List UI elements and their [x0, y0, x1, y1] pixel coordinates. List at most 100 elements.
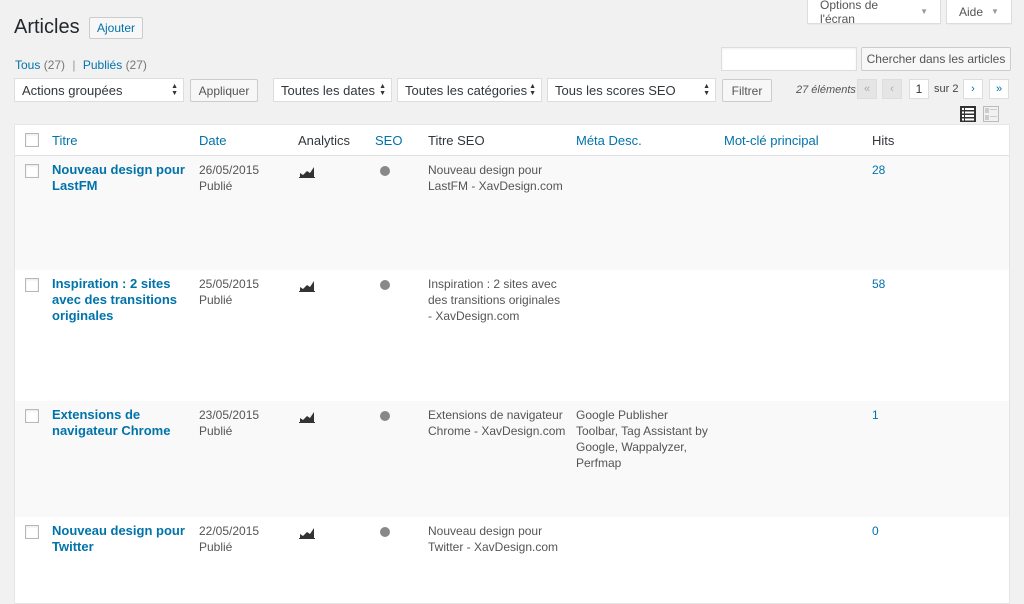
- seo-score-dot: [380, 411, 390, 421]
- row-checkbox[interactable]: [25, 525, 39, 539]
- analytics-chart-icon[interactable]: [299, 411, 315, 423]
- table-row: Extensions de navigateur Chrome 23/05/2015…: [15, 401, 1009, 517]
- column-date[interactable]: Date: [199, 133, 226, 148]
- search-input[interactable]: [721, 47, 857, 71]
- filter-all-count: (27): [43, 58, 66, 72]
- meta-description-line: Google, Wappalyzer,: [576, 440, 687, 454]
- column-meta-desc[interactable]: Méta Desc.: [576, 133, 642, 148]
- post-status: Publié: [199, 293, 233, 307]
- list-view-icon[interactable]: [960, 106, 976, 122]
- triangle-down-icon: ▼: [920, 7, 928, 16]
- column-seo-title: Titre SEO: [428, 133, 485, 148]
- categories-value: Toutes les catégories: [405, 82, 528, 98]
- post-date: 26/05/2015 Publié: [199, 162, 259, 194]
- filter-separator: |: [72, 58, 76, 72]
- post-title-link[interactable]: Extensions de navigateur Chrome: [52, 407, 170, 439]
- column-seo[interactable]: SEO: [375, 133, 402, 148]
- post-date: 22/05/2015 Publié: [199, 523, 259, 555]
- column-focus-keyword[interactable]: Mot-clé principal: [724, 133, 819, 148]
- table-row: Nouveau design pour Twitter 22/05/2015 Publ…: [15, 517, 1009, 603]
- items-count: 27 éléments: [796, 84, 856, 96]
- help-label: Aide: [959, 4, 984, 19]
- help-button[interactable]: Aide ▼: [946, 0, 1012, 24]
- post-title-line: originales: [52, 308, 114, 323]
- first-page-button[interactable]: «: [857, 79, 877, 99]
- post-title-line: Twitter: [52, 539, 94, 554]
- meta-description-line: Toolbar, Tag Assistant by: [576, 424, 708, 438]
- table-row: Nouveau design pour LastFM 26/05/2015 Publi…: [15, 156, 1009, 270]
- posts-table: Titre Date Analytics SEO Titre SEO Méta …: [14, 124, 1010, 604]
- post-title-link[interactable]: Inspiration : 2 sites avec des transition…: [52, 276, 177, 324]
- post-title-line: LastFM: [52, 178, 98, 193]
- prev-page-button[interactable]: ‹: [882, 79, 902, 99]
- seo-score-dot: [380, 280, 390, 290]
- post-status: Publié: [199, 179, 233, 193]
- select-arrows-icon: ▲ ▼: [171, 83, 178, 97]
- filter-published-link[interactable]: Publiés: [83, 58, 122, 72]
- last-page-button[interactable]: »: [989, 79, 1009, 99]
- bulk-actions-select[interactable]: Actions groupées ▲ ▼: [14, 78, 184, 102]
- seo-title-line: Nouveau design pour: [428, 163, 543, 177]
- meta-description-line: Perfmap: [576, 456, 622, 470]
- dates-select[interactable]: Toutes les dates ▲ ▼: [273, 78, 392, 102]
- apply-button[interactable]: Appliquer: [190, 79, 258, 102]
- post-title-line: Extensions de: [52, 407, 141, 422]
- post-status: Publié: [199, 424, 233, 438]
- post-title-line: navigateur Chrome: [52, 423, 171, 438]
- row-checkbox[interactable]: [25, 164, 39, 178]
- screen-options-button[interactable]: Options de l'écran ▼: [807, 0, 941, 26]
- analytics-chart-icon[interactable]: [299, 527, 315, 539]
- screen-options-label: Options de l'écran: [820, 0, 879, 26]
- seo-title-line: Twitter - XavDesign.com: [428, 540, 559, 554]
- filter-published-count: (27): [125, 58, 147, 72]
- select-arrows-icon: ▲ ▼: [379, 83, 386, 97]
- next-page-button[interactable]: ›: [963, 79, 983, 99]
- hits-link[interactable]: 0: [872, 523, 879, 539]
- post-title-line: avec des transitions: [52, 292, 177, 307]
- bulk-actions-value: Actions groupées: [22, 82, 123, 98]
- dates-value: Toutes les dates: [281, 82, 375, 98]
- search-button[interactable]: Chercher dans les articles: [861, 47, 1011, 71]
- seo-title-line: des transitions originales: [428, 293, 561, 307]
- add-new-button[interactable]: Ajouter: [89, 17, 144, 39]
- select-all-checkbox[interactable]: [25, 133, 39, 147]
- column-title[interactable]: Titre: [52, 133, 78, 148]
- post-title-line: Inspiration : 2 sites: [52, 276, 171, 291]
- seo-scores-select[interactable]: Tous les scores SEO ▲ ▼: [547, 78, 716, 102]
- triangle-down-icon: ▼: [991, 7, 999, 16]
- hits-link[interactable]: 28: [872, 162, 885, 178]
- row-checkbox[interactable]: [25, 409, 39, 423]
- analytics-chart-icon[interactable]: [299, 166, 315, 178]
- post-status: Publié: [199, 540, 233, 554]
- hits-link[interactable]: 58: [872, 276, 885, 292]
- filter-all-link[interactable]: Tous: [15, 58, 40, 72]
- seo-title: Extensions de navigateur Chrome - XavDesi…: [428, 407, 565, 439]
- seo-title: Nouveau design pour LastFM - XavDesign.co…: [428, 162, 563, 194]
- seo-score-dot: [380, 527, 390, 537]
- select-arrows-icon: ▲ ▼: [529, 83, 536, 97]
- excerpt-view-icon[interactable]: [983, 106, 999, 122]
- post-date-value: 22/05/2015: [199, 524, 260, 538]
- post-date: 25/05/2015 Publié: [199, 276, 259, 308]
- seo-title: Inspiration : 2 sites avec des transition…: [428, 276, 560, 324]
- post-title-link[interactable]: Nouveau design pour LastFM: [52, 162, 185, 194]
- seo-score-dot: [380, 166, 390, 176]
- analytics-chart-icon[interactable]: [299, 280, 315, 292]
- post-date-value: 25/05/2015: [199, 277, 260, 291]
- hits-link[interactable]: 1: [872, 407, 879, 423]
- meta-description-line: Google Publisher: [576, 408, 669, 422]
- column-analytics: Analytics: [298, 133, 351, 148]
- current-page-input[interactable]: 1: [909, 79, 929, 99]
- post-date-value: 23/05/2015: [199, 408, 260, 422]
- post-title-link[interactable]: Nouveau design pour Twitter: [52, 523, 185, 555]
- categories-select[interactable]: Toutes les catégories ▲ ▼: [397, 78, 542, 102]
- post-date-value: 26/05/2015: [199, 163, 260, 177]
- seo-title-line: Extensions de navigateur: [428, 408, 563, 422]
- seo-title-line: - XavDesign.com: [428, 309, 520, 323]
- meta-description: Google Publisher Toolbar, Tag Assistant b…: [576, 407, 708, 471]
- row-checkbox[interactable]: [25, 278, 39, 292]
- total-pages: sur 2: [934, 83, 959, 95]
- select-arrows-icon: ▲ ▼: [703, 83, 710, 97]
- page-title: Articles: [14, 16, 80, 38]
- filter-button[interactable]: Filtrer: [722, 79, 772, 102]
